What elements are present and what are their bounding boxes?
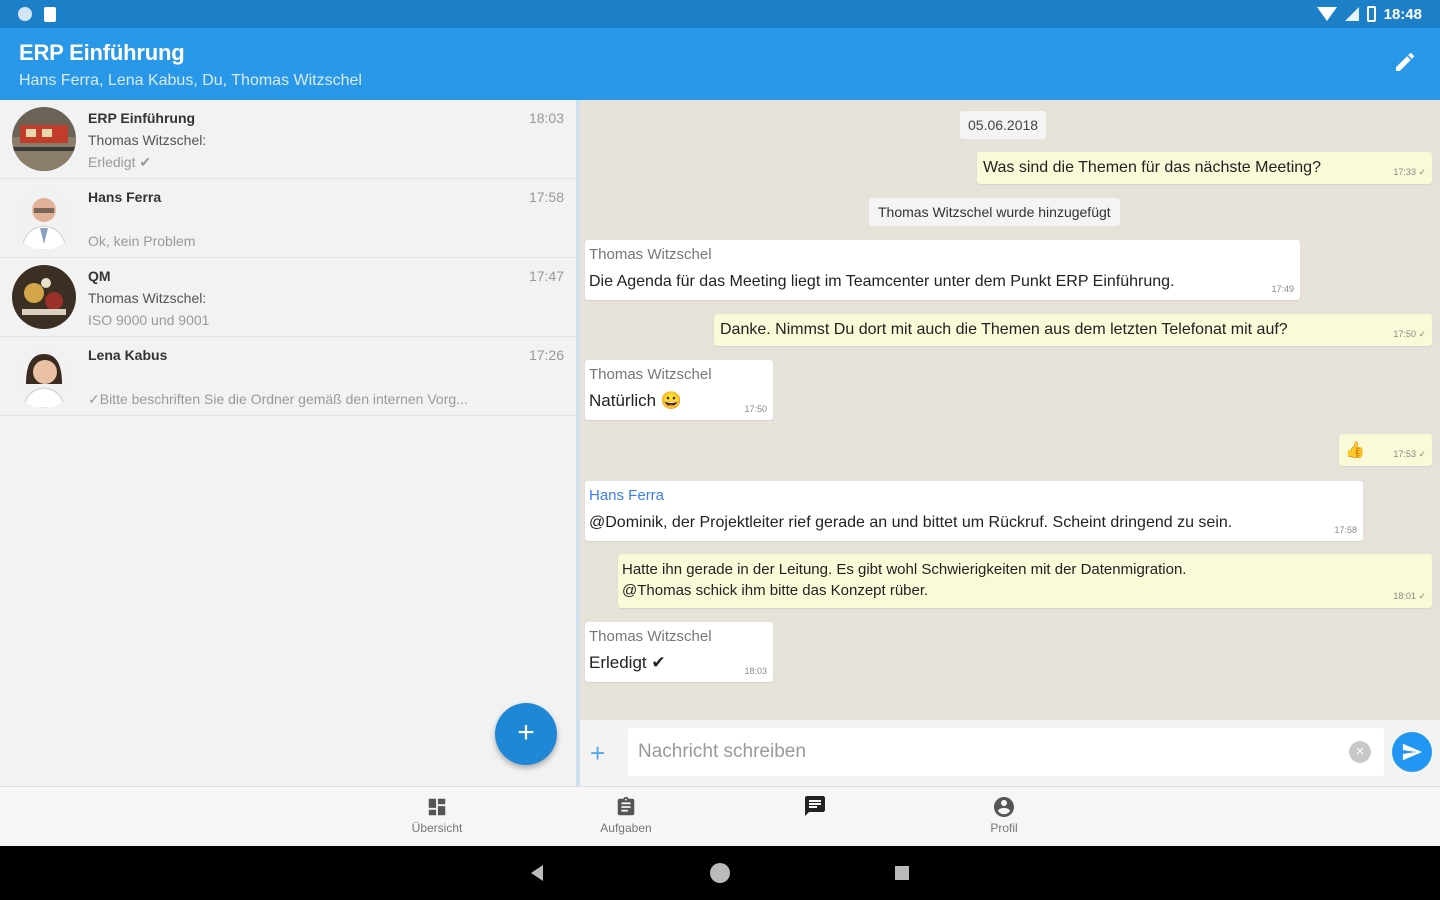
chat-preview: ✓Bitte beschriften Sie die Ordner gemäß …: [88, 391, 468, 407]
nav-overview[interactable]: Übersicht: [387, 793, 487, 835]
message-text: Danke. Nimmst Du dort mit auch die Theme…: [720, 321, 1288, 338]
battery-icon: [1366, 6, 1376, 22]
message-bubble[interactable]: Thomas Witzschel Natürlich 😀 17:50: [585, 360, 773, 420]
chat-preview: Erledigt ✔: [88, 154, 152, 170]
chat-list-item[interactable]: ERP Einführung Thomas Witzschel: Erledig…: [0, 100, 576, 179]
message-text: Erledigt ✔: [589, 653, 666, 672]
nav-label: Übersicht: [411, 821, 463, 835]
chat-name: Lena Kabus: [88, 347, 168, 363]
message-bubble[interactable]: Thomas Witzschel Erledigt ✔ 18:03: [585, 622, 773, 682]
clipboard-icon: [576, 793, 676, 821]
page-title: ERP Einführung: [19, 40, 185, 65]
avatar: [12, 107, 76, 171]
attach-plus-icon[interactable]: +: [590, 738, 605, 769]
message-text: @Dominik, der Projektleiter rief gerade …: [589, 514, 1233, 531]
nav-label: Aufgaben: [600, 821, 652, 835]
conversation: 05.06.2018 Was sind die Themen für das n…: [580, 100, 1440, 720]
message-sender: Thomas Witzschel: [589, 628, 712, 645]
chat-name: QM: [88, 268, 111, 284]
message-bubble[interactable]: Hatte ihn gerade in der Leitung. Es gibt…: [618, 554, 1432, 608]
chat-sender: [88, 211, 564, 227]
message-bubble[interactable]: 👍 17:53 ✓: [1339, 434, 1432, 466]
nav-profile[interactable]: Profil: [954, 793, 1054, 835]
avatar: [12, 265, 76, 329]
chat-sender: [88, 369, 564, 385]
chat-preview: ISO 9000 und 9001: [88, 312, 210, 328]
signal-icon: [1344, 7, 1359, 21]
message-text: Was sind die Themen für das nächste Meet…: [983, 159, 1321, 176]
new-chat-button[interactable]: +: [495, 703, 557, 765]
send-button[interactable]: [1392, 732, 1432, 772]
chat-sender: Thomas Witzschel:: [88, 290, 207, 306]
chat-time: 18:03: [528, 110, 564, 126]
message-time: 18:01 ✓: [1393, 591, 1426, 601]
wifi-icon: [1316, 7, 1337, 21]
message-time: 17:49: [1271, 284, 1294, 294]
message-time: 17:50 ✓: [1393, 329, 1426, 339]
chat-icon: [765, 793, 865, 821]
message-input[interactable]: [628, 728, 1384, 776]
message-time: 17:58: [1334, 525, 1357, 535]
chat-list-item[interactable]: Hans Ferra Ok, kein Problem 17:58: [0, 179, 576, 258]
system-message: Thomas Witzschel wurde hinzugefügt: [869, 198, 1120, 226]
message-time: 17:33 ✓: [1393, 167, 1426, 177]
message-text: Die Agenda für das Meeting liegt im Team…: [589, 273, 1175, 290]
clear-icon[interactable]: ×: [1349, 741, 1371, 763]
app-bar: ERP Einführung Hans Ferra, Lena Kabus, D…: [0, 28, 1440, 100]
message-bubble[interactable]: Hans Ferra @Dominik, der Projektleiter r…: [585, 481, 1363, 541]
date-separator: 05.06.2018: [960, 111, 1047, 139]
message-bubble[interactable]: Was sind die Themen für das nächste Meet…: [977, 152, 1432, 184]
sd-card-icon: [44, 6, 56, 22]
message-sender: Thomas Witzschel: [589, 246, 712, 263]
nav-tasks[interactable]: Aufgaben: [576, 793, 676, 835]
chat-sender: Thomas Witzschel:: [88, 132, 207, 148]
avatar: [12, 186, 76, 250]
message-time: 17:50: [744, 404, 767, 414]
chat-list-item[interactable]: QM Thomas Witzschel: ISO 9000 und 9001 1…: [0, 258, 576, 337]
message-sender: Hans Ferra: [589, 487, 665, 504]
avatar: [12, 344, 76, 408]
dashboard-icon: [387, 793, 487, 821]
thumbs-up-icon: 👍: [1345, 442, 1365, 459]
message-time: 17:53 ✓: [1393, 449, 1426, 459]
home-icon[interactable]: [710, 863, 730, 883]
profile-icon: [954, 793, 1054, 821]
chat-name: ERP Einführung: [88, 110, 196, 126]
message-composer: + ×: [580, 720, 1440, 786]
participants-subtitle: Hans Ferra, Lena Kabus, Du, Thomas Witzs…: [19, 72, 362, 89]
message-bubble[interactable]: Danke. Nimmst Du dort mit auch die Theme…: [714, 314, 1432, 346]
chat-preview: Ok, kein Problem: [88, 233, 196, 249]
system-navigation-bar: [0, 846, 1440, 900]
nav-chats[interactable]: [765, 793, 865, 821]
message-sender: Thomas Witzschel: [589, 366, 712, 383]
message-time: 18:03: [744, 666, 767, 676]
bottom-navigation: Übersicht Aufgaben Profil: [0, 786, 1440, 846]
nav-label: Profil: [990, 821, 1018, 835]
message-text: Hatte ihn gerade in der Leitung. Es gibt…: [622, 561, 1187, 578]
clock: 18:48: [1383, 5, 1422, 23]
chat-list: ERP Einführung Thomas Witzschel: Erledig…: [0, 100, 576, 786]
chat-time: 17:47: [528, 268, 564, 284]
message-bubble[interactable]: Thomas Witzschel Die Agenda für das Meet…: [585, 240, 1300, 300]
back-icon[interactable]: [531, 865, 543, 881]
message-text: Natürlich 😀: [589, 391, 682, 410]
status-bar: 18:48: [0, 0, 1440, 28]
recent-apps-icon[interactable]: [895, 866, 909, 880]
chat-list-item[interactable]: Lena Kabus ✓Bitte beschriften Sie die Or…: [0, 337, 576, 416]
chat-time: 17:58: [528, 189, 564, 205]
chat-name: Hans Ferra: [88, 189, 162, 205]
chat-time: 17:26: [528, 347, 564, 363]
pencil-icon[interactable]: [1392, 50, 1418, 76]
notification-icon: [18, 7, 32, 21]
message-text: @Thomas schick ihm bitte das Konzept rüb…: [622, 582, 929, 599]
